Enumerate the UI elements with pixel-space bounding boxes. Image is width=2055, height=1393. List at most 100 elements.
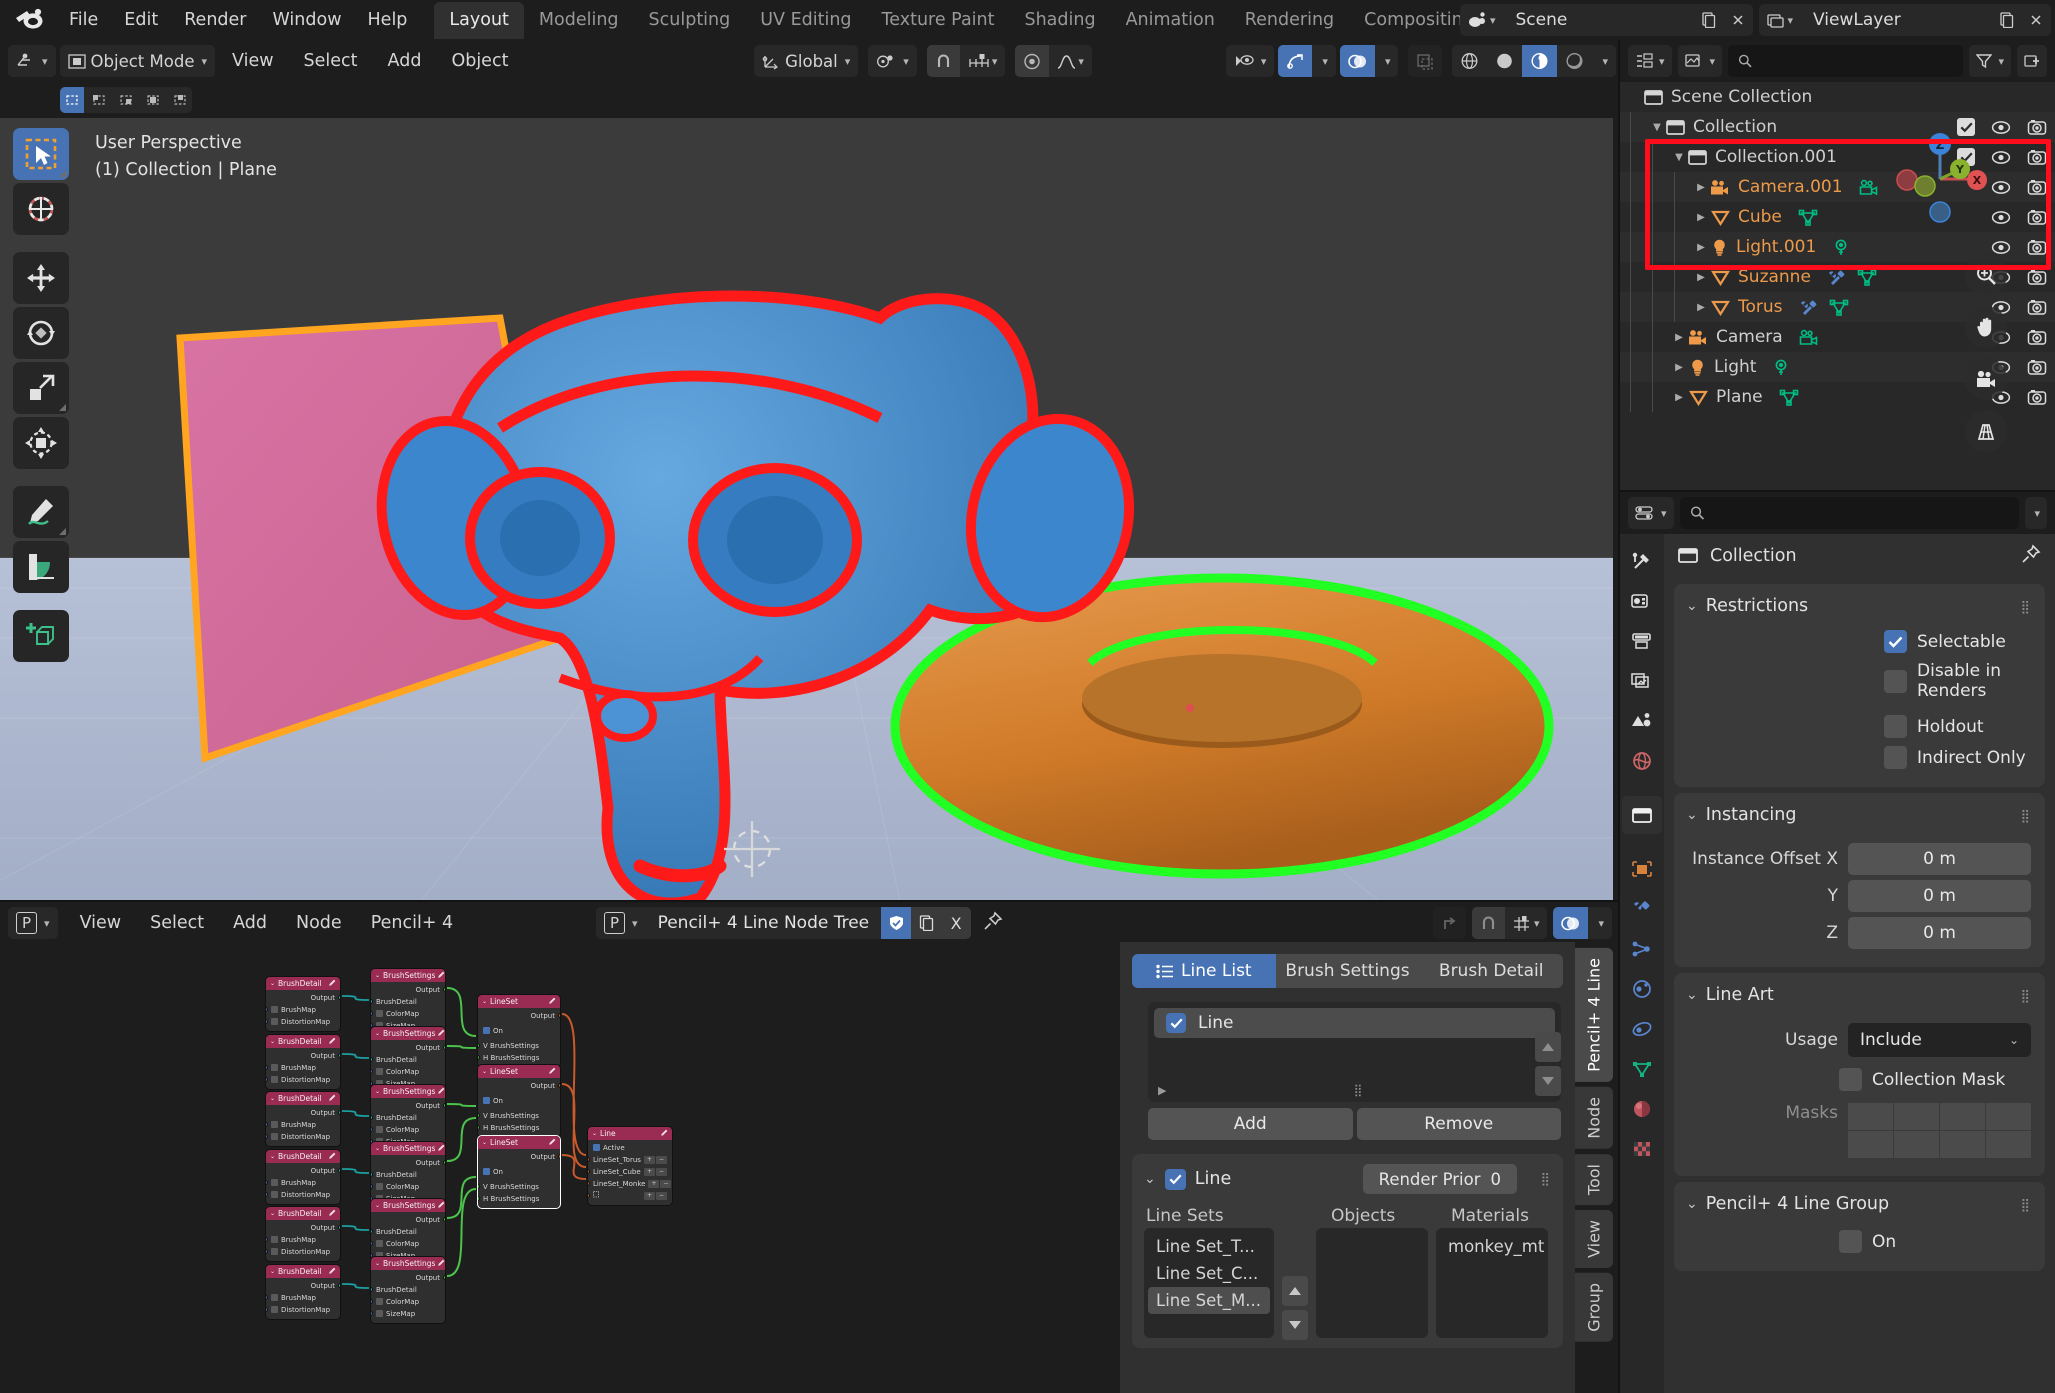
node-input-brushdetail[interactable]: BrushDetail bbox=[376, 1227, 440, 1236]
node-header[interactable]: ⌄BrushDetail bbox=[266, 1035, 340, 1048]
node-on-toggle[interactable]: On bbox=[483, 1096, 555, 1105]
edit-pencil-icon[interactable] bbox=[329, 1037, 336, 1046]
scene-browse-icon[interactable]: ▾ bbox=[1460, 4, 1504, 36]
mask-cell[interactable] bbox=[1848, 1103, 1893, 1130]
outliner-row-scene-collection[interactable]: Scene Collection bbox=[1620, 82, 2055, 112]
node-output-output[interactable]: Output bbox=[483, 1152, 555, 1161]
camera-view-icon[interactable] bbox=[1965, 358, 2007, 400]
tool-tab[interactable] bbox=[1622, 542, 1662, 580]
outliner-new-collection-icon[interactable] bbox=[2017, 45, 2047, 77]
cursor-tool[interactable] bbox=[13, 183, 69, 235]
node-header[interactable]: ⌄LineSet bbox=[478, 1065, 560, 1078]
input-socket[interactable] bbox=[370, 1241, 373, 1246]
node-brushsettings[interactable]: ⌄BrushSettingsOutputBrushDetailColorMapS… bbox=[370, 1256, 446, 1324]
node-tree-type-icon[interactable]: P ▾ bbox=[596, 907, 646, 939]
snap-target-icon[interactable]: ▾ bbox=[960, 45, 1006, 77]
disable-in-renders-icon[interactable] bbox=[2027, 179, 2047, 196]
socket-add-remove[interactable]: +− bbox=[644, 1192, 667, 1200]
socket-value-chip[interactable] bbox=[271, 1076, 278, 1083]
input-socket[interactable] bbox=[370, 1057, 373, 1062]
chevron-down-icon[interactable]: ⌄ bbox=[592, 1130, 597, 1137]
node-input-sizemap[interactable]: SizeMap bbox=[376, 1309, 440, 1318]
node-editor-type-icon[interactable]: P ▾ bbox=[8, 907, 58, 939]
pin-icon[interactable] bbox=[2021, 544, 2041, 569]
node-input-lineset_cube[interactable]: LineSet_Cube+− bbox=[593, 1167, 667, 1176]
scene-selector[interactable]: ▾ Scene bbox=[1460, 4, 1754, 36]
line-list-item[interactable]: Line bbox=[1154, 1008, 1555, 1038]
data-tab[interactable] bbox=[1622, 1050, 1662, 1088]
edit-pencil-icon[interactable] bbox=[329, 1152, 336, 1161]
disable-in-renders-icon[interactable] bbox=[2027, 149, 2047, 166]
add-socket-button[interactable]: + bbox=[644, 1168, 655, 1176]
node-input-distortionmap[interactable]: DistortionMap bbox=[271, 1190, 335, 1199]
side-tab-group[interactable]: Group bbox=[1575, 1273, 1613, 1342]
output-socket[interactable] bbox=[338, 1168, 341, 1173]
rendered-shading-icon[interactable] bbox=[1557, 45, 1592, 77]
node-header[interactable]: ⌄BrushSettings bbox=[371, 1257, 445, 1270]
node-input-brushmap[interactable]: BrushMap bbox=[271, 1293, 335, 1302]
transform-orientation-selector[interactable]: Global ▾ bbox=[754, 45, 858, 77]
socket-value-chip[interactable] bbox=[376, 1068, 383, 1075]
chevron-down-icon[interactable]: ⌄ bbox=[375, 1202, 380, 1209]
edit-pencil-icon[interactable] bbox=[438, 1259, 445, 1268]
chevron-right-icon[interactable]: ▶ bbox=[1670, 332, 1688, 343]
chevron-down-icon[interactable]: ⌄ bbox=[482, 998, 487, 1005]
chevron-right-icon[interactable]: ▶ bbox=[1692, 272, 1710, 283]
workspace-tab-animation[interactable]: Animation bbox=[1111, 2, 1230, 39]
node-output-output[interactable]: Output bbox=[271, 1223, 335, 1232]
node-on-toggle[interactable]: On bbox=[483, 1167, 555, 1176]
chevron-right-icon[interactable]: ▶ bbox=[1692, 302, 1710, 313]
node-canvas[interactable]: ⌄BrushDetailOutputBrushMapDistortionMap⌄… bbox=[0, 944, 1120, 1393]
mask-cell[interactable] bbox=[1940, 1103, 1985, 1130]
output-socket[interactable] bbox=[443, 1275, 446, 1280]
node-brushdetail[interactable]: ⌄BrushDetailOutputBrushMapDistortionMap bbox=[265, 1149, 341, 1205]
input-socket[interactable] bbox=[587, 1193, 590, 1198]
node-input-distortionmap[interactable]: DistortionMap bbox=[271, 1075, 335, 1084]
node-overlays-dropdown-icon[interactable]: ▾ bbox=[1588, 907, 1612, 939]
chevron-right-icon[interactable]: ▶ bbox=[1692, 242, 1710, 253]
remove-socket-button[interactable]: − bbox=[656, 1192, 667, 1200]
edit-pencil-icon[interactable] bbox=[549, 1138, 556, 1147]
constraint-tab[interactable] bbox=[1622, 1010, 1662, 1048]
output-socket[interactable] bbox=[338, 1225, 341, 1230]
chevron-down-icon[interactable]: ▼ bbox=[1648, 122, 1666, 133]
node-output-output[interactable]: Output bbox=[271, 1051, 335, 1060]
node-input-brushdetail[interactable]: BrushDetail bbox=[376, 1113, 440, 1122]
mesh-data-icon[interactable] bbox=[1798, 209, 1818, 226]
line-sets-move-down-button[interactable] bbox=[1282, 1310, 1308, 1340]
input-socket[interactable] bbox=[587, 1181, 590, 1186]
node-input-h-brushsettings[interactable]: H BrushSettings bbox=[483, 1053, 555, 1062]
node-input-brushmap[interactable]: BrushMap bbox=[271, 1235, 335, 1244]
node-input-lineset_monke[interactable]: LineSet_Monke+− bbox=[593, 1179, 667, 1188]
node-brushdetail[interactable]: ⌄BrushDetailOutputBrushMapDistortionMap bbox=[265, 1091, 341, 1147]
fake-user-icon[interactable] bbox=[881, 907, 911, 939]
mask-cell[interactable] bbox=[1940, 1131, 1985, 1158]
node-output-output[interactable]: Output bbox=[376, 1158, 440, 1167]
node-header[interactable]: ⌄BrushSettings bbox=[371, 1199, 445, 1212]
overlays-dropdown-icon[interactable]: ▾ bbox=[1375, 45, 1399, 77]
chevron-down-icon[interactable]: ⌄ bbox=[375, 1145, 380, 1152]
properties-search-field[interactable] bbox=[1712, 504, 2009, 523]
input-socket[interactable] bbox=[477, 1055, 480, 1060]
chevron-down-icon[interactable]: ⌄ bbox=[270, 980, 275, 987]
input-socket[interactable] bbox=[370, 1115, 373, 1120]
outliner-search-field[interactable] bbox=[1760, 52, 1953, 71]
node-output-output[interactable]: Output bbox=[483, 1011, 555, 1020]
line-set-item[interactable]: Line Set_C... bbox=[1148, 1260, 1270, 1287]
edit-pencil-icon[interactable] bbox=[549, 1067, 556, 1076]
node-header[interactable]: ⌄BrushDetail bbox=[266, 977, 340, 990]
disable-in-renders-icon[interactable] bbox=[2027, 299, 2047, 316]
mesh-data-icon[interactable] bbox=[1829, 299, 1849, 316]
node-menu-node[interactable]: Node bbox=[283, 909, 355, 937]
socket-add-remove[interactable]: +− bbox=[644, 1156, 667, 1164]
node-line[interactable]: ⌄LineActiveLineSet_Torus+−LineSet_Cube+−… bbox=[587, 1126, 673, 1206]
restriction-holdout-row[interactable]: Holdout bbox=[1674, 711, 2045, 742]
line-sets-move-up-button[interactable] bbox=[1282, 1276, 1308, 1306]
remove-socket-button[interactable]: − bbox=[656, 1156, 667, 1164]
chevron-right-icon[interactable]: ▶ bbox=[1670, 362, 1688, 373]
modifier-tab[interactable] bbox=[1622, 890, 1662, 928]
output-socket[interactable] bbox=[558, 1154, 561, 1159]
output-socket[interactable] bbox=[558, 1083, 561, 1088]
material-item[interactable]: monkey_mt bbox=[1440, 1233, 1544, 1260]
materials-list[interactable]: monkey_mt bbox=[1436, 1228, 1548, 1338]
